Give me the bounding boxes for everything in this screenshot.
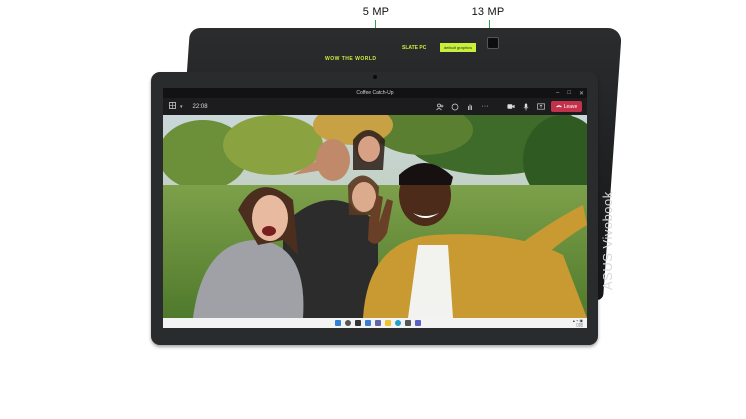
chevron-down-icon[interactable]: ▾ [180, 104, 183, 110]
people-icon[interactable] [436, 103, 444, 111]
front-camera-icon [373, 75, 377, 79]
lid-wow-text: WOW THE WORLD [325, 56, 377, 62]
more-icon[interactable]: ··· [481, 103, 489, 111]
teams-icon[interactable] [415, 320, 421, 326]
lid-brand-logo: ASUS Vivobook [600, 191, 615, 290]
layout-icon[interactable] [169, 102, 176, 111]
store-icon[interactable] [405, 320, 411, 326]
window-controls: – □ ✕ [556, 88, 584, 98]
chat-icon[interactable] [375, 320, 381, 326]
share-icon[interactable] [537, 103, 545, 111]
window-title: Coffee Catch-Up [356, 90, 394, 96]
meeting-toolbar: ▾ 22:08 ··· Leave [163, 98, 587, 115]
camera-icon[interactable] [507, 103, 515, 111]
rear-camera-icon [487, 37, 499, 49]
lid-slate-text: SLATE PC [402, 45, 427, 51]
lid-sticker: default graphics [440, 43, 476, 52]
selfie-photo [163, 115, 587, 318]
leave-label: Leave [563, 103, 578, 110]
callout-front-camera-label: 5 MP [362, 6, 390, 18]
video-feed [163, 115, 587, 318]
chat-icon[interactable] [451, 103, 459, 111]
system-tray[interactable]: ▴ ⌁ ◉ ▯▯▯ [573, 319, 583, 327]
leave-button[interactable]: Leave [551, 101, 582, 112]
task-view-icon[interactable] [355, 320, 361, 326]
raise-hand-icon[interactable] [466, 103, 474, 111]
widgets-icon[interactable] [365, 320, 371, 326]
close-button[interactable]: ✕ [579, 90, 584, 97]
callout-rear-camera-label: 13 MP [471, 6, 505, 18]
search-icon[interactable] [345, 320, 351, 326]
minimize-button[interactable]: – [556, 90, 559, 96]
edge-icon[interactable] [395, 320, 401, 326]
tablet-screen: Coffee Catch-Up – □ ✕ ▾ 22:08 ··· Leave … [163, 88, 587, 328]
meeting-timer: 22:08 [192, 103, 208, 110]
window-titlebar: Coffee Catch-Up – □ ✕ [163, 88, 587, 98]
windows-taskbar: ▴ ⌁ ◉ ▯▯▯ [163, 318, 587, 328]
phone-hangup-icon [555, 104, 562, 110]
mic-icon[interactable] [522, 103, 530, 111]
maximize-button[interactable]: □ [567, 90, 571, 96]
start-icon[interactable] [335, 320, 341, 326]
explorer-icon[interactable] [385, 320, 391, 326]
